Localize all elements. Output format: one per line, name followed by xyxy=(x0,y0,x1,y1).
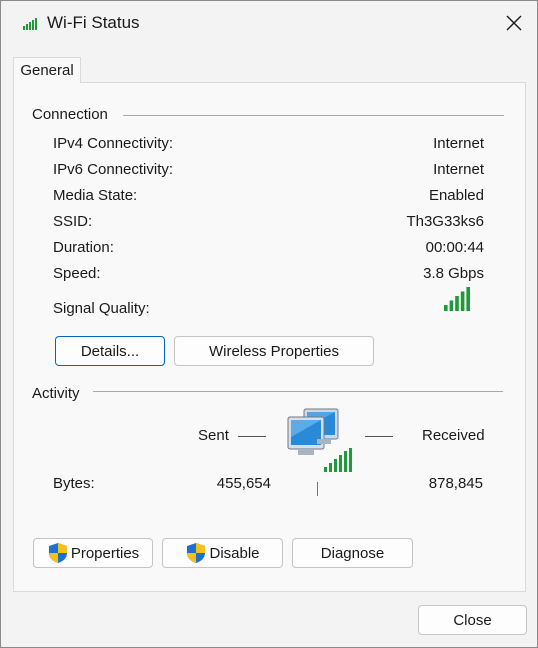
signal-quality-icon xyxy=(444,287,470,311)
activity-divider xyxy=(93,391,503,392)
window-title: Wi-Fi Status xyxy=(47,13,140,32)
wireless-properties-button[interactable]: Wireless Properties xyxy=(174,336,374,366)
diagnose-button[interactable]: Diagnose xyxy=(292,538,413,568)
disable-button[interactable]: Disable xyxy=(162,538,283,568)
speed-label: Speed: xyxy=(53,265,101,282)
wifi-status-dialog: Wi-Fi Status General Connection IPv4 Con… xyxy=(0,0,538,648)
received-label: Received xyxy=(422,427,485,444)
close-icon xyxy=(506,15,522,31)
network-computers-icon xyxy=(287,408,352,472)
media-state-value: Enabled xyxy=(428,187,484,204)
bytes-label: Bytes: xyxy=(53,475,95,492)
ipv4-value: Internet xyxy=(433,135,484,152)
signal-bar xyxy=(444,305,448,311)
close-window-button[interactable] xyxy=(491,1,537,45)
sent-label: Sent xyxy=(198,427,229,444)
wifi-signal-icon xyxy=(23,18,37,30)
ipv6-label: IPv6 Connectivity: xyxy=(53,161,174,178)
media-state-label: Media State: xyxy=(53,187,138,204)
properties-button-label: Properties xyxy=(70,544,140,562)
received-dash xyxy=(365,436,393,437)
bytes-received-value: 878,845 xyxy=(428,475,483,492)
details-button[interactable]: Details... xyxy=(55,336,165,366)
ssid-label: SSID: xyxy=(53,213,93,230)
properties-button[interactable]: Properties xyxy=(33,538,153,568)
signal-bar xyxy=(466,287,470,311)
signal-bar xyxy=(460,291,465,311)
bytes-sent-value: 455,654 xyxy=(216,475,271,492)
activity-divider-tick xyxy=(317,482,318,496)
speed-value: 3.8 Gbps xyxy=(423,265,484,282)
ssid-value: Th3G33ks6 xyxy=(406,213,484,230)
ipv4-label: IPv4 Connectivity: xyxy=(53,135,174,152)
title-bar: Wi-Fi Status xyxy=(1,1,537,45)
close-button[interactable]: Close xyxy=(418,605,527,635)
duration-value: 00:00:44 xyxy=(425,239,484,256)
connection-divider xyxy=(123,115,504,116)
duration-label: Duration: xyxy=(53,239,114,256)
tab-general[interactable]: General xyxy=(13,57,81,83)
uac-shield-icon xyxy=(48,543,67,563)
signal-bar xyxy=(455,296,459,311)
signal-quality-label: Signal Quality: xyxy=(53,300,150,317)
disable-button-label: Disable xyxy=(209,544,260,562)
ipv6-value: Internet xyxy=(433,161,484,178)
signal-bar xyxy=(449,300,454,311)
sent-dash xyxy=(238,436,266,437)
activity-section-title: Activity xyxy=(32,385,80,402)
uac-shield-icon xyxy=(187,543,206,563)
connection-section-title: Connection xyxy=(32,106,108,123)
